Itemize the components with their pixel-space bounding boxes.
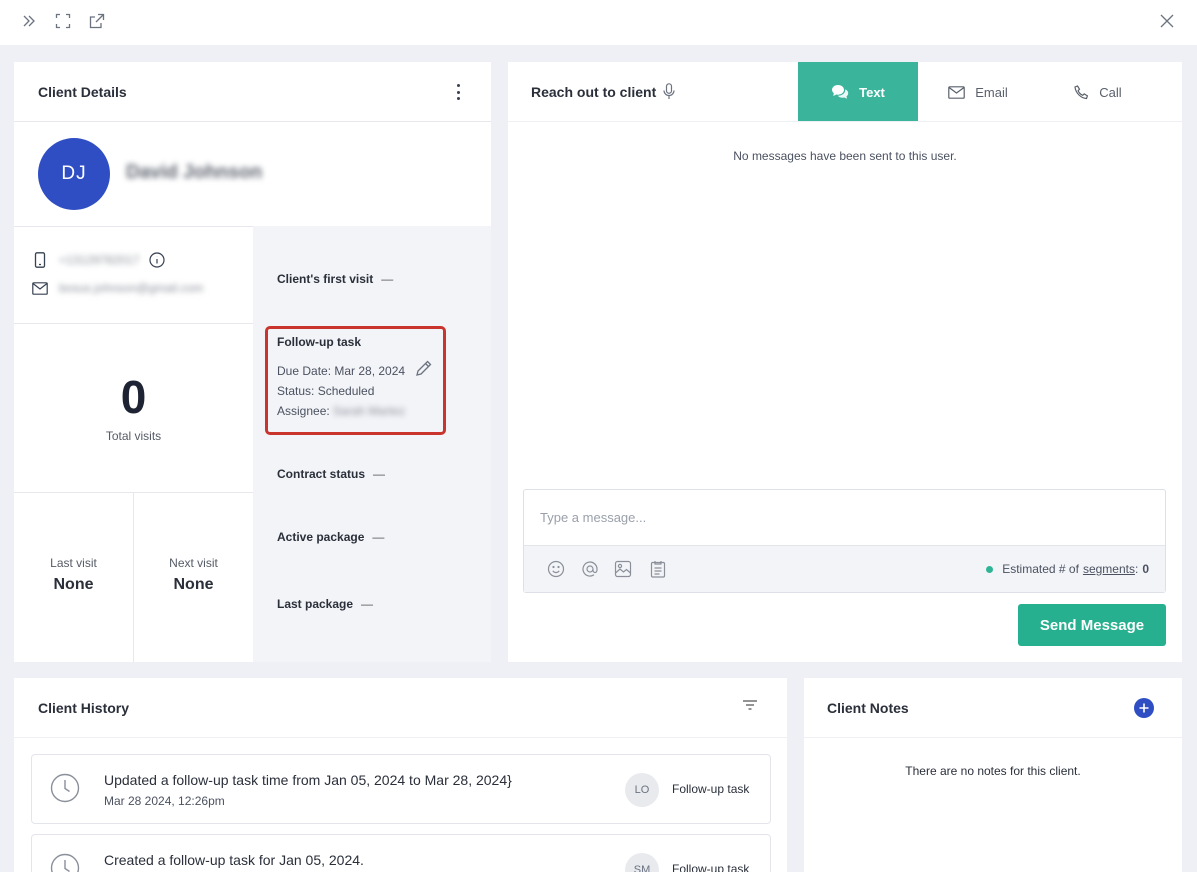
follow-up-due-date: Due Date: Mar 28, 2024 bbox=[277, 364, 406, 378]
active-package-label: Active package bbox=[277, 530, 365, 544]
client-notes-title: Client Notes bbox=[827, 700, 909, 716]
user-initials-avatar: LO bbox=[625, 773, 659, 807]
client-notes-card: Client Notes There are no notes for this… bbox=[804, 678, 1182, 872]
plus-icon bbox=[1139, 703, 1149, 713]
message-input[interactable] bbox=[524, 490, 1165, 545]
more-options-icon[interactable] bbox=[452, 82, 464, 102]
history-item[interactable]: Created a follow-up task for Jan 05, 202… bbox=[31, 834, 771, 872]
first-visit-row: Client's first visit — bbox=[277, 272, 393, 286]
empty-notes-text: There are no notes for this client. bbox=[905, 764, 1081, 778]
phone-icon bbox=[32, 252, 48, 268]
last-visit-value: None bbox=[53, 576, 94, 593]
tab-call[interactable]: Call bbox=[1038, 62, 1158, 122]
history-item-type: Follow-up task bbox=[672, 782, 750, 796]
last-package-value: — bbox=[361, 597, 374, 611]
segments-link[interactable]: segments bbox=[1083, 562, 1135, 576]
microphone-icon[interactable] bbox=[663, 83, 677, 101]
next-visit-value: None bbox=[173, 576, 214, 593]
mail-icon bbox=[948, 85, 966, 99]
reach-out-title: Reach out to client bbox=[531, 84, 657, 100]
tab-text[interactable]: Text bbox=[798, 62, 918, 122]
clock-icon bbox=[50, 853, 80, 872]
mention-icon[interactable] bbox=[580, 559, 600, 579]
edit-pencil-icon[interactable] bbox=[415, 359, 433, 377]
assignee-name: Sarah Martez bbox=[333, 404, 406, 418]
tab-call-label: Call bbox=[1099, 84, 1122, 100]
contract-status-label: Contract status bbox=[277, 467, 366, 481]
client-details-card: Client Details DJ David Johnson +1312978… bbox=[14, 62, 491, 662]
add-note-button[interactable] bbox=[1134, 698, 1154, 718]
tab-text-label: Text bbox=[859, 84, 885, 100]
send-message-button[interactable]: Send Message bbox=[1018, 604, 1166, 646]
divider bbox=[14, 121, 491, 122]
status-dot bbox=[986, 565, 994, 573]
follow-up-status: Status: Scheduled bbox=[277, 384, 375, 398]
first-visit-label: Client's first visit bbox=[277, 272, 374, 286]
contract-status-row: Contract status — bbox=[277, 467, 385, 481]
image-icon[interactable] bbox=[613, 559, 633, 579]
clock-icon bbox=[50, 773, 80, 803]
filter-icon[interactable] bbox=[742, 698, 762, 718]
phone-number: +13129782017 bbox=[59, 253, 140, 267]
client-history-card: Client History Updated a follow-up task … bbox=[14, 678, 787, 872]
tab-email[interactable]: Email bbox=[918, 62, 1038, 122]
last-package-label: Last package bbox=[277, 597, 354, 611]
open-external-icon[interactable] bbox=[87, 11, 107, 31]
next-visit-label: Next visit bbox=[169, 556, 218, 570]
phone-row: +13129782017 bbox=[32, 252, 166, 268]
divider bbox=[14, 737, 787, 738]
client-history-title: Client History bbox=[38, 700, 130, 716]
last-package-row: Last package — bbox=[277, 597, 373, 611]
history-item-time: Mar 28 2024, 12:26pm bbox=[104, 794, 225, 808]
segments-count: 0 bbox=[1142, 562, 1149, 576]
avatar: DJ bbox=[38, 138, 110, 210]
follow-up-assignee: Assignee: Sarah Martez bbox=[277, 404, 405, 418]
segments-estimate: Estimated # of segments: 0 bbox=[986, 562, 1149, 576]
fullscreen-icon[interactable] bbox=[53, 11, 73, 31]
email-address: bosus.johnson@gmail.com bbox=[59, 281, 204, 295]
chat-icon bbox=[832, 85, 849, 99]
follow-up-task-title: Follow-up task bbox=[277, 335, 361, 349]
divider bbox=[14, 323, 253, 324]
total-visits-value: 0 bbox=[120, 371, 147, 423]
history-item-text: Updated a follow-up task time from Jan 0… bbox=[104, 772, 512, 788]
user-initials-avatar: SM bbox=[625, 853, 659, 872]
segments-prefix: Estimated # of bbox=[1002, 562, 1079, 576]
history-item-type: Follow-up task bbox=[672, 862, 750, 872]
history-item-text: Created a follow-up task for Jan 05, 202… bbox=[104, 852, 364, 868]
contract-status-value: — bbox=[373, 467, 386, 481]
info-icon[interactable] bbox=[149, 252, 166, 268]
close-icon[interactable] bbox=[1157, 11, 1177, 31]
expand-sidebar-icon[interactable] bbox=[19, 11, 39, 31]
total-visits-label: Total visits bbox=[105, 429, 162, 443]
assignee-label: Assignee: bbox=[277, 404, 330, 418]
message-composer: Estimated # of segments: 0 bbox=[523, 489, 1166, 593]
email-row: bosus.johnson@gmail.com bbox=[32, 280, 203, 296]
active-package-row: Active package — bbox=[277, 530, 384, 544]
emoji-icon[interactable] bbox=[546, 559, 566, 579]
template-icon[interactable] bbox=[648, 559, 668, 579]
mail-icon bbox=[32, 280, 48, 296]
history-item[interactable]: Updated a follow-up task time from Jan 0… bbox=[31, 754, 771, 824]
active-package-value: — bbox=[372, 530, 385, 544]
empty-messages-text: No messages have been sent to this user. bbox=[733, 149, 957, 163]
tab-email-label: Email bbox=[975, 84, 1008, 100]
phone-icon bbox=[1074, 84, 1089, 99]
top-toolbar bbox=[0, 0, 1197, 45]
client-name: David Johnson bbox=[126, 162, 263, 183]
divider bbox=[804, 737, 1182, 738]
divider bbox=[508, 121, 1182, 122]
composer-toolbar: Estimated # of segments: 0 bbox=[524, 545, 1165, 592]
last-visit-label: Last visit bbox=[50, 556, 97, 570]
reach-out-card: Reach out to client Text Email Call No m… bbox=[508, 62, 1182, 662]
client-details-title: Client Details bbox=[38, 84, 127, 100]
first-visit-value: — bbox=[381, 272, 394, 286]
